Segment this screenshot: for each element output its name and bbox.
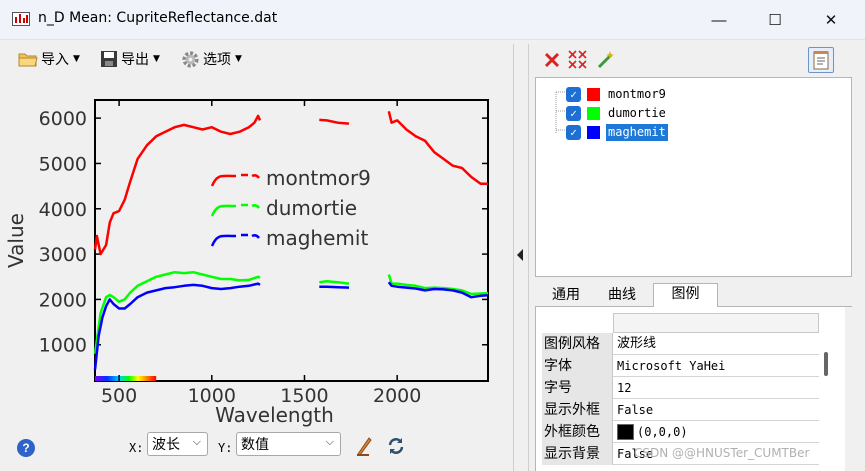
export-menu-button[interactable]: 导出 ▼	[100, 48, 160, 70]
x-axis-select-value: 波长	[152, 437, 180, 453]
folder-icon	[18, 53, 38, 67]
checkbox[interactable]: ✓	[566, 86, 581, 102]
y-tick-label: 6000	[39, 108, 87, 130]
property-value-text: (0,0,0)	[637, 425, 688, 439]
tree-item-label: montmor9	[608, 86, 666, 101]
help-icon[interactable]: ?	[17, 439, 35, 457]
import-label: 导入	[41, 52, 69, 68]
notepad-icon	[813, 51, 829, 70]
y-axis-select[interactable]: 数值 ⌵	[236, 432, 341, 456]
legend-label-montmor9: montmor9	[266, 166, 371, 190]
export-label: 导出	[121, 52, 149, 68]
property-value-text: 12	[617, 381, 632, 395]
tree-item-label: maghemit	[606, 123, 668, 141]
series-line-dumortie	[93, 270, 489, 354]
color-swatch	[587, 125, 600, 139]
delete-all-icon[interactable]	[568, 50, 588, 70]
tree-item-label: dumortie	[608, 105, 666, 120]
property-grid-header	[613, 313, 819, 333]
collapse-arrow-icon[interactable]	[517, 249, 523, 261]
maximize-button[interactable]: ☐	[752, 0, 798, 40]
y-tick-label: 4000	[39, 199, 87, 221]
refresh-icon[interactable]	[386, 436, 406, 456]
legend-swatch-montmor9	[210, 173, 260, 187]
import-menu-button[interactable]: 导入 ▼	[18, 48, 80, 70]
property-value[interactable]: 12	[615, 377, 819, 399]
color-swatch	[617, 424, 634, 440]
property-value-text: 波形线	[617, 336, 657, 351]
color-swatch	[587, 106, 600, 120]
property-row[interactable]: 显示外框 False	[542, 399, 819, 421]
y-tick-label: 5000	[39, 153, 87, 175]
property-grid-scrollbar[interactable]	[824, 352, 828, 376]
property-name: 显示背景	[542, 443, 613, 465]
property-value-text: Microsoft YaHei	[617, 359, 726, 373]
tab-1[interactable]: 曲线	[597, 285, 647, 307]
minimize-button[interactable]: —	[696, 0, 742, 40]
options-menu-button[interactable]: 选项 ▼	[181, 48, 242, 70]
x-tick-label: 2000	[373, 385, 421, 407]
property-value[interactable]: (0,0,0)	[615, 421, 819, 443]
notes-button[interactable]	[808, 47, 834, 73]
property-name: 显示外框	[542, 399, 613, 421]
x-axis-selector-label: X:	[129, 441, 144, 455]
y-tick-label: 2000	[39, 289, 87, 311]
pen-icon[interactable]	[355, 436, 373, 456]
property-tabs: 通用 曲线 图例	[535, 283, 852, 308]
tab-2[interactable]: 图例	[653, 283, 718, 308]
legend-swatch-dumortie	[210, 203, 260, 217]
window-title: n_D Mean: CupriteReflectance.dat	[38, 10, 278, 26]
tree-item[interactable]: ✓ dumortie	[566, 104, 668, 122]
magic-wand-icon[interactable]	[596, 50, 616, 70]
spectra-tree[interactable]: ✓ montmor9 ✓ dumortie ✓ maghemit	[535, 77, 852, 277]
plot-svg: 500 1000 1500 2000100020003000400050006000W…	[4, 99, 489, 427]
series-line-maghemit	[93, 281, 489, 370]
close-button[interactable]: ✕	[808, 0, 854, 40]
watermark: CSDN @@HNUSTer_CUMTBer	[634, 446, 810, 460]
property-row[interactable]: 字号 12	[542, 377, 819, 399]
property-name: 字号	[542, 377, 613, 399]
property-row[interactable]: 外框颜色 (0,0,0)	[542, 421, 819, 443]
chevron-down-icon: ⌵	[192, 435, 201, 448]
property-row[interactable]: 图例风格 波形线	[542, 333, 819, 355]
caret-down-icon: ▼	[73, 54, 80, 64]
title-bar: n_D Mean: CupriteReflectance.dat — ☐ ✕	[0, 0, 865, 40]
property-name: 外框颜色	[542, 421, 613, 443]
tree-item[interactable]: ✓ montmor9	[566, 85, 668, 103]
spectrum-plot[interactable]: 500 1000 1500 2000 1000 2000 3000 4000 5000 6000 W…	[0, 90, 520, 430]
checkbox[interactable]: ✓	[566, 105, 581, 121]
property-name: 图例风格	[542, 333, 613, 355]
delete-icon[interactable]	[542, 50, 562, 70]
y-axis-select-value: 数值	[241, 437, 269, 453]
chevron-down-icon: ⌵	[325, 435, 334, 448]
legend-swatch-maghemit	[210, 233, 260, 247]
property-value[interactable]: Microsoft YaHei	[615, 355, 819, 377]
property-row[interactable]: 字体 Microsoft YaHei	[542, 355, 819, 377]
y-axis-label: Value	[4, 213, 28, 268]
legend-label-dumortie: dumortie	[266, 196, 357, 220]
y-tick-label: 3000	[39, 244, 87, 266]
color-swatch	[587, 87, 600, 101]
y-tick-label: 1000	[39, 335, 87, 357]
gear-icon	[182, 50, 199, 68]
tab-0[interactable]: 通用	[541, 285, 591, 307]
tree-item[interactable]: ✓ maghemit	[566, 123, 668, 141]
visible-spectrum-strip	[95, 376, 157, 381]
checkbox[interactable]: ✓	[566, 124, 581, 140]
caret-down-icon: ▼	[235, 54, 242, 64]
x-axis-label: Wavelength	[215, 403, 334, 427]
property-value-text: False	[617, 403, 654, 417]
legend-label-maghemit: maghemit	[266, 226, 368, 250]
options-label: 选项	[203, 52, 231, 68]
x-axis-select[interactable]: 波长 ⌵	[147, 432, 208, 456]
app-icon	[12, 12, 30, 26]
property-value[interactable]: 波形线	[615, 333, 819, 355]
property-value[interactable]: False	[615, 399, 819, 421]
x-tick-label: 500	[101, 385, 137, 407]
caret-down-icon: ▼	[153, 54, 160, 64]
save-icon	[101, 51, 117, 67]
y-axis-selector-label: Y:	[218, 441, 233, 455]
property-name: 字体	[542, 355, 613, 377]
